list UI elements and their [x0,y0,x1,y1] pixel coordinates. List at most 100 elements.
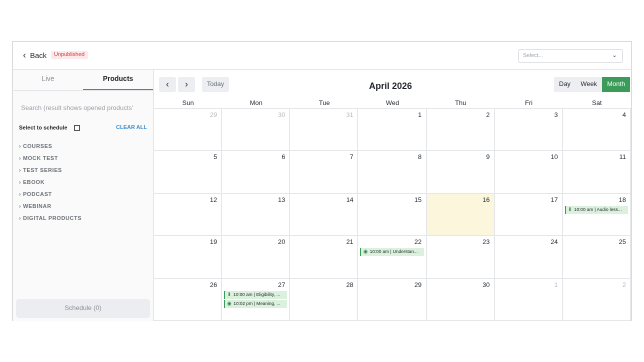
day-cell[interactable]: 27 ⬇ 10:00 am | Eligibility, ... ◉ 10:02 pm … [222,278,291,321]
day-cell[interactable]: 6 [222,151,291,194]
weekday-label: Sat [592,100,602,107]
prev-month-button[interactable]: ‹ [159,77,176,92]
day-cell[interactable]: 14 [290,193,359,237]
back-button[interactable]: ‹ Back [23,51,47,61]
calendar-event[interactable]: ⬇ 10:00 am | Audio less... [564,205,628,214]
day-cell[interactable]: 8 [358,151,427,194]
day-cell[interactable]: 29 [358,278,427,321]
category-item[interactable]: › DIGITAL PRODUCTS [19,216,82,228]
day-number: 20 [278,239,286,247]
day-cell[interactable]: 9 [426,151,495,194]
tab-live[interactable]: Live [13,70,83,90]
weekday-label: Thu [455,100,467,107]
day-cell[interactable]: 3 [494,109,563,152]
day-cell[interactable]: 17 [494,193,563,237]
schedule-button[interactable]: Schedule (0) [16,299,150,318]
sidebar-tabs: Live Products [13,70,153,91]
play-icon: ◉ [363,249,368,256]
chevron-left-icon: ‹ [166,79,169,89]
day-cell[interactable]: 30 [222,109,291,152]
category-item[interactable]: › MOCK TEST [19,156,82,168]
day-number: 9 [486,154,490,162]
day-number: 12 [209,196,218,204]
day-cell[interactable]: 5 [154,151,223,194]
day-cell[interactable]: 28 [290,278,359,321]
day-number: 30 [482,281,490,289]
search-input[interactable]: Search (result shows opened products’ [21,105,145,112]
minus-checkbox-icon[interactable] [73,125,80,131]
sidebar: Live Products Search (result shows opene… [13,70,154,321]
day-number: 11 [619,154,626,162]
chevron-down-icon: ⌄ [611,53,617,59]
day-cell[interactable]: 22 ◉ 10:00 am | Understan... [358,236,427,279]
day-cell[interactable]: 15 [358,193,427,237]
event-list: ◉ 10:00 am | Understan... [360,248,424,257]
today-button[interactable]: Today [202,77,229,92]
day-number: 10 [550,154,558,162]
day-cell[interactable]: 19 [154,236,223,279]
day-cell[interactable]: 24 [494,236,563,279]
day-number: 6 [281,154,286,162]
day-number: 29 [209,112,218,119]
category-item[interactable]: › WEBINAR [19,204,82,216]
day-cell[interactable]: 11 [562,151,631,194]
top-bar: ‹ Back Unpublished Select... ⌄ [13,42,631,70]
category-item[interactable]: › PODCAST [19,192,82,204]
status-badge: Unpublished [51,51,88,59]
select-dropdown[interactable]: Select... ⌄ [518,49,623,63]
play-icon: ◉ [227,300,232,307]
day-number: 2 [486,112,490,119]
category-list: › COURSES › MOCK TEST › TEST SERIES › EBOOK… [19,144,82,228]
day-number: 31 [346,112,354,119]
day-cell[interactable]: 20 [222,236,291,279]
day-cell[interactable]: 30 [426,278,495,321]
day-number: 1 [554,281,558,289]
calendar-event[interactable]: ◉ 10:02 pm | Meaning, ... [224,299,288,308]
day-cell[interactable]: 10 [494,151,563,194]
view-day-button[interactable]: Day [554,77,576,92]
day-number: 18 [618,196,626,204]
event-list: ⬇ 10:00 am | Audio less... [564,205,628,215]
clear-all-button[interactable]: CLEAR ALL [116,125,147,131]
day-number: 26 [209,281,218,289]
day-number: 29 [414,281,422,289]
day-number: 3 [554,112,558,119]
day-number: 2 [622,281,626,289]
day-cell[interactable]: 31 [290,109,359,152]
day-number: 15 [414,196,422,204]
scheduler-panel: ‹ Back Unpublished Select... ⌄ Live Prod… [12,41,632,321]
category-item[interactable]: › TEST SERIES [19,168,82,180]
day-number: 8 [417,154,422,162]
event-text: 10:00 am | Understan... [369,249,418,255]
day-cell[interactable]: 29 [154,109,223,152]
day-cell[interactable]: 23 [426,236,495,279]
calendar-event[interactable]: ⬇ 10:00 am | Eligibility, ... [224,290,288,299]
category-item[interactable]: › EBOOK [19,180,82,192]
month-grid: 29 30 31 1 2 3 4 5 6 7 8 9 10 11 12 13 14 15 16 17 18 ⬇ 10:00 … [154,109,631,321]
select-to-schedule-label: Select to schedule [19,125,68,132]
view-month-button[interactable]: Month [602,77,631,92]
day-cell[interactable]: 26 [154,278,223,321]
day-cell[interactable]: 25 [562,236,631,279]
view-week-button[interactable]: Week [575,77,603,92]
category-item[interactable]: › COURSES [19,144,82,156]
day-cell[interactable]: 1 [358,109,427,152]
tab-products[interactable]: Products [83,70,153,90]
day-cell[interactable]: 4 [562,109,631,152]
weekday-label: Wed [385,100,400,107]
next-month-button[interactable]: › [178,77,195,92]
select-to-schedule-row: Select to schedule CLEAR ALL [19,125,147,131]
day-number: 1 [417,112,422,119]
event-text: 10:00 am | Audio less... [574,206,622,212]
day-cell[interactable]: 1 [494,278,563,321]
day-cell[interactable]: 2 [562,278,631,321]
day-cell[interactable]: 12 [154,193,223,237]
day-cell[interactable]: 13 [222,193,291,237]
calendar-event[interactable]: ◉ 10:00 am | Understan... [360,248,424,257]
day-cell[interactable]: 2 [426,109,495,152]
day-cell[interactable]: 16 [426,193,495,237]
day-cell[interactable]: 7 [290,151,359,194]
day-cell[interactable]: 21 [290,236,359,279]
day-cell[interactable]: 18 ⬇ 10:00 am | Audio less... [562,193,631,237]
download-icon: ⬇ [227,291,232,298]
